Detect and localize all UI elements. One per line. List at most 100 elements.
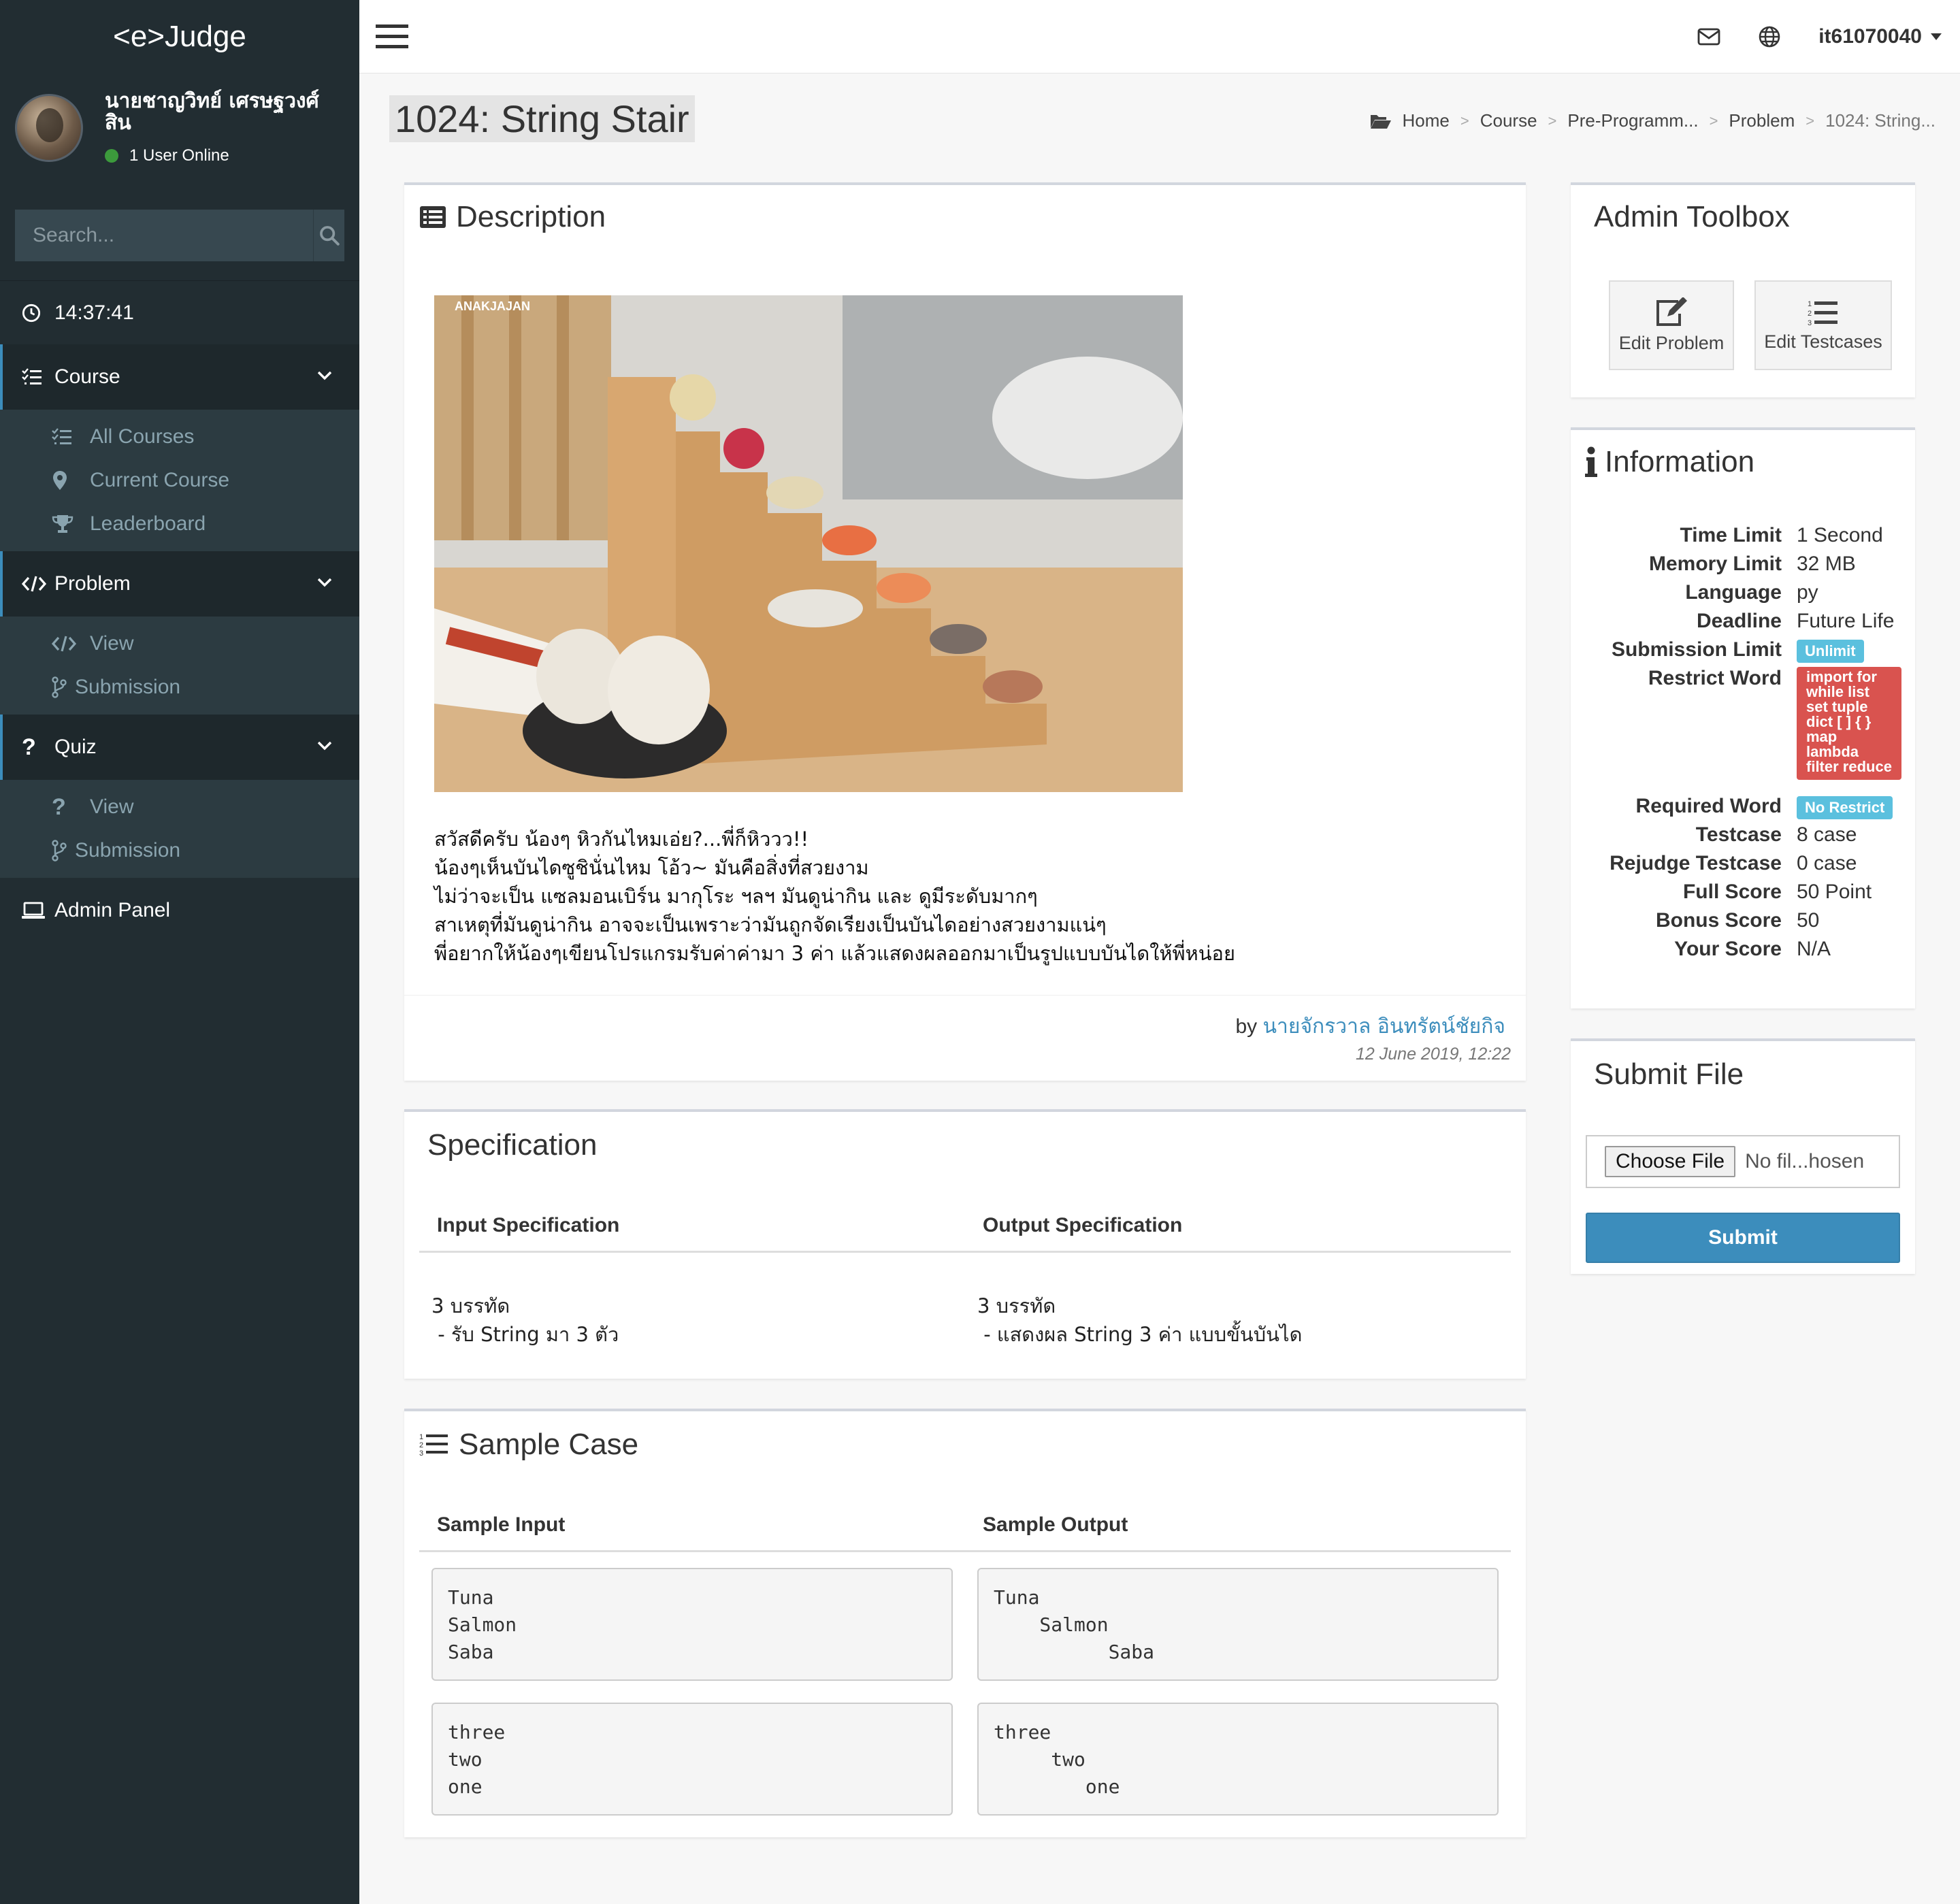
restrict-word-badge: import for while list set tuple dict [ ]… [1797,667,1901,780]
user-panel: นายชาญวิทย์ เศรษฐวงศ์สิน 1 User Online [0,73,359,182]
search-icon [319,226,340,246]
search-button[interactable] [313,210,344,261]
user-menu-name: it61070040 [1818,25,1922,48]
sidebar-item-problem-view[interactable]: View [0,622,359,666]
code-icon [52,635,90,653]
submit-button[interactable]: Submit [1586,1213,1900,1263]
chevron-down-icon [317,371,332,380]
question-icon: ? [52,793,66,820]
edit-problem-button[interactable]: Edit Problem [1609,280,1734,370]
search-input[interactable] [15,210,313,261]
sidebar-item-problem-submission[interactable]: Submission [0,666,359,709]
hamburger-menu-icon[interactable] [376,24,408,49]
envelope-icon[interactable] [1697,28,1720,46]
sidebar-item-all-courses[interactable]: All Courses [0,415,359,459]
trophy-icon [52,514,90,534]
breadcrumb-home[interactable]: Home [1403,110,1450,131]
sidebar-item-leaderboard[interactable]: Leaderboard [0,502,359,546]
sidebar-item-quiz-view[interactable]: ? View [0,785,359,829]
specification-title: Specification [427,1128,598,1162]
list-ol-icon: 123 [419,1433,448,1458]
info-label: Memory Limit [1648,553,1782,575]
edit-testcases-button[interactable]: 1 23 Edit Testcases [1754,280,1892,370]
breadcrumb-separator: > [1460,112,1469,129]
spec-line: 3 บรรทัด [977,1294,1056,1317]
info-value: py [1797,581,1818,604]
chevron-down-icon [317,741,332,751]
author-link[interactable]: นายจักรวาล อินทรัตน์ชัยกิจ [1263,1015,1505,1038]
status-badge: Unlimit [1797,640,1864,663]
sidebar-item-quiz-submission[interactable]: Submission [0,829,359,872]
information-title: Information [1605,445,1755,478]
sidebar-item-label: Submission [75,839,181,861]
info-value-wrap: Unlimit [1797,638,1864,663]
sushi-stair-image: ANAKJAJAN [434,295,1183,792]
top-navbar: it61070040 [359,0,1960,73]
breadcrumb-problem[interactable]: Problem [1729,110,1795,131]
code-icon [22,575,54,593]
sidebar-quiz[interactable]: ? Quiz [0,715,359,780]
divider [419,1251,1511,1253]
description-line: ไม่ว่าจะเป็น แซลมอนเบิร์น มากุโระ ฯลฯ มั… [434,885,1038,908]
caret-down-icon [1931,33,1942,40]
sample-case-header: 123 Sample Case [419,1428,638,1462]
description-line: พี่อยากให้น้องๆเขียนโปรแกรมรับค่าค่ามา 3… [434,942,1235,965]
sidebar-item-label: Submission [75,676,181,698]
breadcrumb-current: 1024: String... [1825,110,1936,131]
breadcrumb-separator: > [1548,112,1557,129]
sample-case-title: Sample Case [459,1428,639,1461]
info-value: Future Life [1797,610,1895,632]
code-fork-icon [52,676,75,698]
info-value: 8 case [1797,823,1857,846]
spec-line: - รับ String มา 3 ตัว [431,1323,619,1346]
description-line: สาเหตุที่มันดูน่ากิน อาจจะเป็นเพราะว่ามั… [434,913,1107,936]
submit-file-box: Submit File Choose File No fil...hosen S… [1571,1038,1915,1274]
edit-icon [1656,297,1687,326]
sidebar-problem[interactable]: Problem [0,551,359,617]
file-status: No fil...hosen [1745,1150,1865,1172]
author-line: by นายจักรวาล อินทรัตน์ชัยกิจ [1235,1011,1505,1043]
info-value: 32 MB [1797,553,1856,575]
sample-output-2[interactable]: three two one [977,1703,1499,1816]
map-marker-icon [52,470,90,491]
sample-output-1[interactable]: Tuna Salmon Saba [977,1568,1499,1681]
user-menu[interactable]: it61070040 [1818,25,1942,48]
sidebar-admin-panel[interactable]: Admin Panel [0,878,359,943]
sidebar-item-current-course[interactable]: Current Course [0,459,359,502]
output-spec-text: 3 บรรทัด - แสดงผล String 3 ค่า แบบขั้นบั… [977,1292,1302,1349]
svg-text:1: 1 [1808,300,1812,308]
description-footer: by นายจักรวาล อินทรัตน์ชัยกิจ 12 June 20… [404,995,1526,1064]
list-alt-icon [420,206,446,228]
input-spec-header: Input Specification [437,1214,620,1236]
page-title: 1024: String Stair [389,95,695,142]
spec-line: 3 บรรทัด [431,1294,510,1317]
image-watermark: ANAKJAJAN [455,299,530,313]
info-value: 50 Point [1797,881,1872,903]
svg-text:3: 3 [1808,319,1812,326]
sidebar-admin-label: Admin Panel [54,899,171,921]
sample-input-2[interactable]: three two one [431,1703,953,1816]
sidebar-item-label: Leaderboard [90,512,206,535]
description-header: Description [419,200,606,234]
user-status: 1 User Online [105,146,344,165]
breadcrumb-separator: > [1806,112,1815,129]
sidebar-course[interactable]: Course [0,344,359,410]
specification-box: Specification Input Specification Output… [404,1109,1526,1379]
choose-file-button[interactable]: Choose File [1605,1146,1736,1177]
info-label: Time Limit [1680,524,1782,546]
globe-icon[interactable] [1759,26,1780,48]
sidebar-course-label: Course [54,365,120,388]
by-label: by [1235,1015,1258,1038]
info-label: Restrict Word [1648,667,1782,689]
sample-output-header: Sample Output [983,1513,1128,1536]
info-label: Rejudge Testcase [1610,852,1782,874]
brand-logo[interactable]: <e>Judge [0,0,359,73]
breadcrumb-course[interactable]: Course [1480,110,1537,131]
sample-input-1[interactable]: Tuna Salmon Saba [431,1568,953,1681]
info-value: 0 case [1797,852,1857,874]
info-label: Deadline [1696,610,1782,632]
status-badge: No Restrict [1797,796,1893,819]
file-input[interactable]: Choose File No fil...hosen [1586,1135,1900,1188]
breadcrumb-separator: > [1709,112,1718,129]
breadcrumb-pre-programming[interactable]: Pre-Programm... [1567,110,1698,131]
